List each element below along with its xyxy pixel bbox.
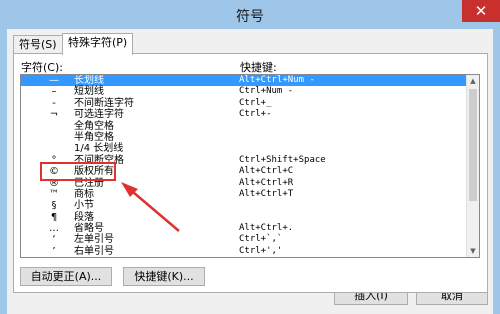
annotation-arrow <box>121 182 180 232</box>
